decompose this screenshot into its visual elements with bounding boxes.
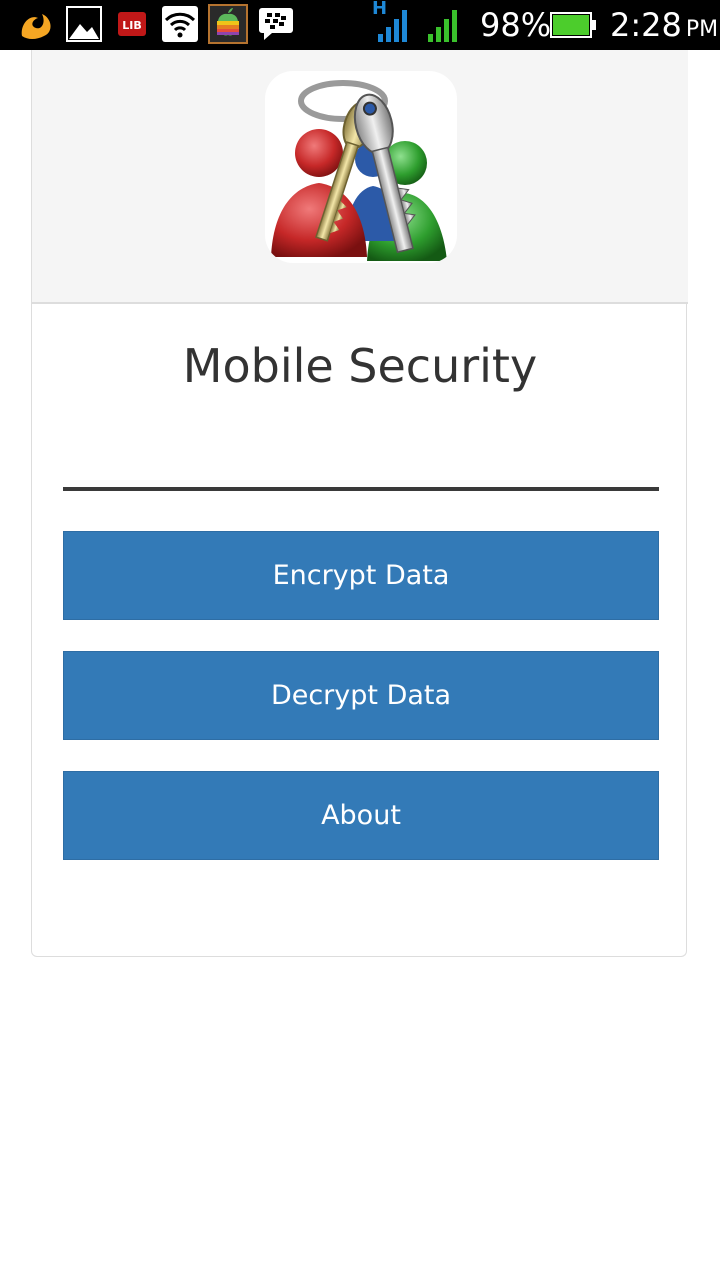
blackberry-messenger-icon	[259, 8, 293, 40]
battery-icon	[550, 12, 596, 38]
battery-percent: 98%	[480, 6, 552, 44]
about-button[interactable]: About	[63, 771, 659, 860]
page-title: Mobile Security	[182, 339, 538, 393]
clock-time: 2:28	[610, 6, 682, 44]
clock: 2:28 PM	[610, 6, 718, 49]
status-bar: LIB H 98% 2:28 PM	[0, 0, 720, 50]
uc-browser-icon	[21, 14, 51, 39]
main-card: Mobile Security Encrypt Data Decrypt Dat…	[31, 50, 688, 957]
title-divider	[63, 487, 659, 491]
gallery-icon	[66, 6, 102, 42]
signal-icon	[378, 10, 407, 42]
keys-users-logo-icon	[265, 71, 457, 263]
decrypt-data-button[interactable]: Decrypt Data	[63, 651, 659, 740]
encrypt-data-button[interactable]: Encrypt Data	[63, 531, 659, 620]
signal-icon-2	[428, 10, 457, 42]
apple-app-icon	[208, 4, 248, 44]
card-header	[32, 50, 688, 304]
clock-ampm: PM	[685, 17, 719, 42]
svg-text:LIB: LIB	[122, 19, 142, 32]
lib-icon: LIB	[118, 12, 146, 36]
wifi-icon	[162, 6, 198, 42]
